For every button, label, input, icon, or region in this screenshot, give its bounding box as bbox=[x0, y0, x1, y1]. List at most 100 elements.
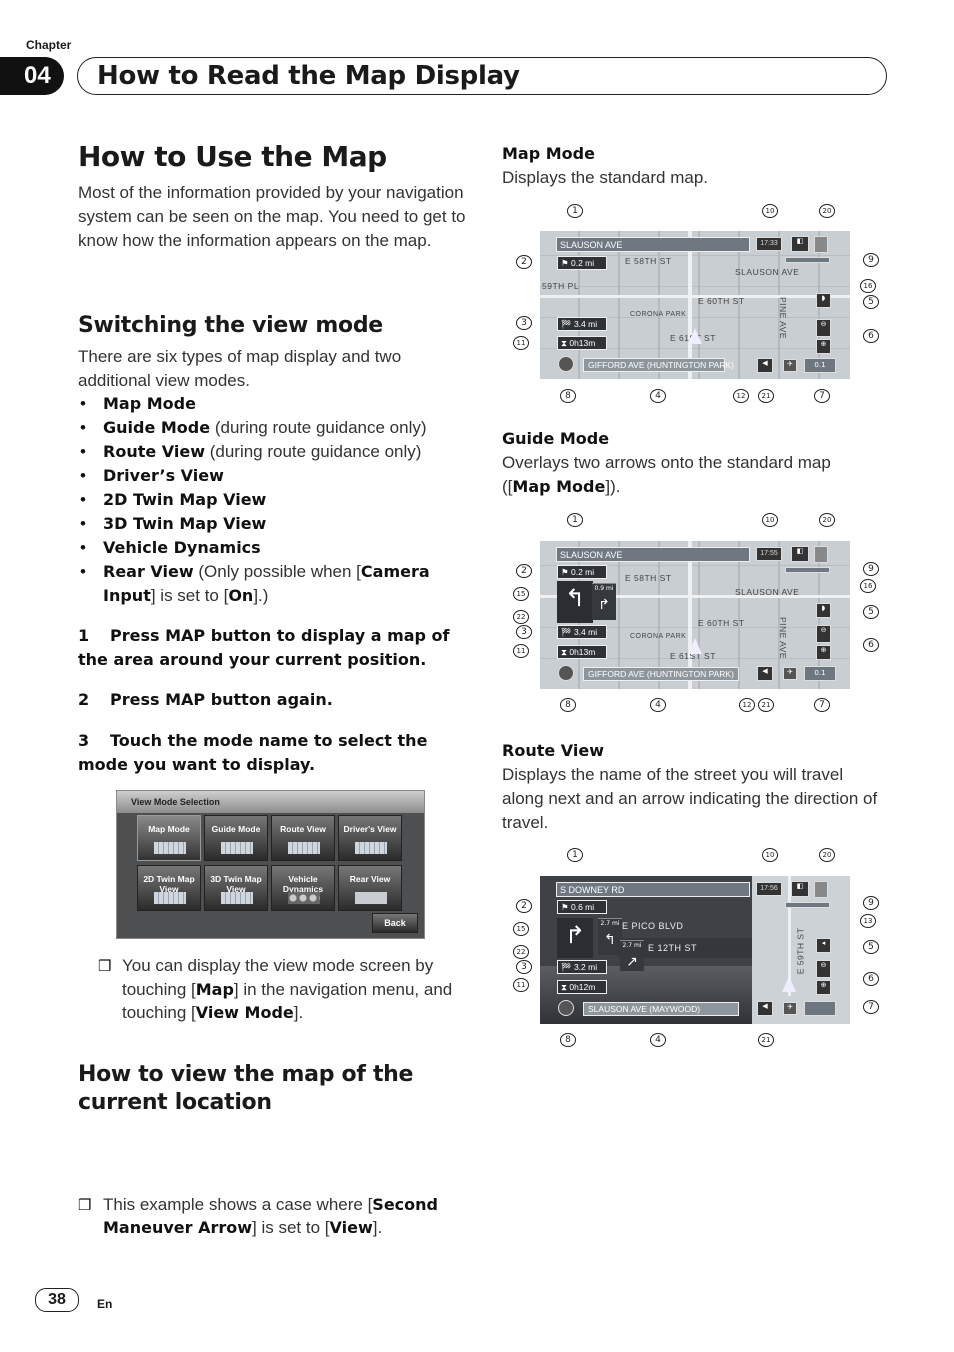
current-street-bar: GIFFORD AVE (HUNTINGTON PARK) bbox=[583, 358, 734, 372]
list-item: Route View (during route guidance only) bbox=[78, 440, 468, 464]
back-button[interactable]: Back bbox=[372, 913, 418, 933]
turn-left-arrow-icon: ↰ bbox=[557, 581, 593, 623]
zoom-out-icon[interactable]: ⊖ bbox=[816, 960, 831, 978]
page-number: 38 bbox=[35, 1288, 79, 1312]
map-mode-description: Displays the standard map. bbox=[502, 168, 708, 187]
heading-mode-icon[interactable]: ◗ bbox=[816, 293, 831, 308]
mode-button-guide-mode[interactable]: Guide Mode bbox=[204, 815, 268, 861]
zoom-in-icon[interactable]: ⊕ bbox=[816, 645, 831, 660]
intro-paragraph: Most of the information provided by your… bbox=[78, 183, 466, 250]
compass-icon[interactable] bbox=[558, 1000, 574, 1016]
callout-number: 13 bbox=[860, 914, 876, 928]
following-street-name: E 12TH ST bbox=[648, 943, 698, 953]
volume-icon[interactable]: ◀ bbox=[757, 1001, 773, 1016]
screen-title: View Mode Selection bbox=[131, 797, 220, 807]
heading-mode-icon[interactable]: ◗ bbox=[816, 603, 831, 618]
destination-distance: 🏁 3.4 mi bbox=[557, 625, 607, 639]
callout-number: 3 bbox=[516, 316, 532, 330]
route-info-icon[interactable]: ✈ bbox=[783, 359, 797, 372]
guide-mode-description: Overlays two arrows onto the standard ma… bbox=[502, 453, 831, 496]
mode-button-map-mode[interactable]: Map Mode bbox=[137, 815, 201, 861]
callout-number: 15 bbox=[513, 587, 529, 601]
traffic-icon[interactable]: ◧ bbox=[791, 546, 809, 562]
list-item: 3D Twin Map View bbox=[78, 512, 468, 536]
map-mode-screen: E 58TH ST SLAUSON AVE 59TH PL E 60TH ST … bbox=[540, 231, 850, 379]
callout-number: 1 bbox=[567, 204, 583, 218]
callout-number: 10 bbox=[762, 848, 778, 862]
page-title: How to Use the Map bbox=[78, 140, 387, 173]
vehicle-position-icon bbox=[688, 638, 702, 654]
zoom-out-icon[interactable]: ⊖ bbox=[816, 319, 831, 337]
switching-paragraph: There are six types of map display and t… bbox=[78, 347, 402, 390]
estimated-time: ⧗ 0h12m bbox=[557, 980, 607, 994]
mode-button-drivers-view[interactable]: Driver's View bbox=[338, 815, 402, 861]
compass-icon[interactable] bbox=[558, 665, 574, 681]
map-scale[interactable]: 0.1 bbox=[804, 666, 836, 681]
bear-right-arrow-icon: ↗ bbox=[626, 954, 638, 970]
callout-number: 20 bbox=[819, 513, 835, 527]
status-bar bbox=[785, 902, 830, 908]
list-item: Guide Mode (during route guidance only) bbox=[78, 416, 468, 440]
callout-number: 8 bbox=[560, 698, 576, 712]
callout-number: 7 bbox=[814, 389, 830, 403]
map-mode-heading: Map Mode bbox=[502, 144, 595, 163]
callout-number: 10 bbox=[762, 204, 778, 218]
callout-number: 7 bbox=[814, 698, 830, 712]
callout-number: 11 bbox=[513, 978, 529, 992]
list-item: Driver’s View bbox=[78, 464, 468, 488]
route-view-description: Displays the name of the street you will… bbox=[502, 765, 878, 832]
callout-number: 20 bbox=[819, 204, 835, 218]
traffic-icon[interactable]: ◧ bbox=[791, 881, 809, 897]
compass-icon[interactable] bbox=[558, 356, 574, 372]
chapter-label: Chapter bbox=[26, 38, 72, 52]
callout-number: 3 bbox=[516, 625, 532, 639]
phone-icon[interactable] bbox=[814, 236, 828, 253]
section-heading-current-location: How to view the map of the current locat… bbox=[78, 1062, 414, 1115]
callout-number: 15 bbox=[513, 922, 529, 936]
next-turn-distance: ⚑ 0.2 mi bbox=[557, 256, 607, 270]
volume-icon[interactable]: ◀ bbox=[757, 358, 773, 373]
next-turn-distance: ⚑ 0.6 mi bbox=[557, 900, 607, 914]
zoom-out-icon[interactable]: ⊖ bbox=[816, 625, 831, 643]
callout-number: 6 bbox=[863, 329, 879, 343]
mode-button-route-view[interactable]: Route View bbox=[271, 815, 335, 861]
volume-icon[interactable]: ◀ bbox=[757, 666, 773, 681]
map-scale[interactable]: 0.1 bbox=[804, 358, 836, 373]
map-thumbnail-icon bbox=[154, 842, 186, 854]
view-mode-selection-screen: View Mode Selection Map Mode Guide Mode … bbox=[116, 790, 425, 939]
callout-number: 5 bbox=[863, 940, 879, 954]
mode-button-vehicle-dynamics[interactable]: Vehicle Dynamics bbox=[271, 865, 335, 911]
callout-number: 9 bbox=[863, 896, 879, 910]
current-road-bar: SLAUSON AVE bbox=[556, 547, 750, 562]
current-road-bar: SLAUSON AVE bbox=[556, 237, 750, 252]
heading-mode-icon[interactable]: ◂ bbox=[816, 938, 831, 953]
traffic-icon[interactable]: ◧ bbox=[791, 236, 809, 252]
callout-number: 5 bbox=[863, 605, 879, 619]
estimated-time: ⧗ 0h13m bbox=[557, 336, 607, 350]
current-road-bar: S DOWNEY RD bbox=[556, 882, 750, 897]
route-view-screen: E 59TH ST S DOWNEY RD 17:56 ◧ ⚑ 0.6 mi ↱… bbox=[540, 876, 850, 1024]
map-thumbnail-icon bbox=[221, 842, 253, 854]
next-street-name: E PICO BLVD bbox=[622, 921, 684, 931]
list-item: Map Mode bbox=[78, 392, 468, 416]
route-info-icon[interactable]: ✈ bbox=[783, 667, 797, 680]
section-heading-switching: Switching the view mode bbox=[78, 313, 383, 338]
mode-button-rear-view[interactable]: Rear View bbox=[338, 865, 402, 911]
map-scale[interactable] bbox=[804, 1001, 836, 1016]
zoom-in-icon[interactable]: ⊕ bbox=[816, 339, 831, 354]
mode-button-2d-twin-map-view[interactable]: 2D Twin Map View bbox=[137, 865, 201, 911]
camera-thumbnail-icon bbox=[355, 892, 387, 904]
next-turn-distance: ⚑ 0.2 mi bbox=[557, 565, 607, 579]
mode-button-3d-twin-map-view[interactable]: 3D Twin Map View bbox=[204, 865, 268, 911]
route-view-heading: Route View bbox=[502, 741, 604, 760]
phone-icon[interactable] bbox=[814, 546, 828, 563]
note-view-mode: ❒ You can display the view mode screen b… bbox=[98, 956, 453, 1022]
zoom-in-icon[interactable]: ⊕ bbox=[816, 980, 831, 995]
current-street-bar: SLAUSON AVE (MAYWOOD) bbox=[583, 1002, 739, 1016]
step-1: 1 Press MAP button to display a map of th… bbox=[78, 626, 450, 669]
route-info-icon[interactable]: ✈ bbox=[783, 1002, 797, 1015]
phone-icon[interactable] bbox=[814, 881, 828, 898]
destination-distance: 🏁 3.2 mi bbox=[557, 960, 607, 974]
guide-mode-screen: E 58TH ST SLAUSON AVE E 60TH ST CORONA P… bbox=[540, 541, 850, 689]
callout-number: 9 bbox=[863, 562, 879, 576]
